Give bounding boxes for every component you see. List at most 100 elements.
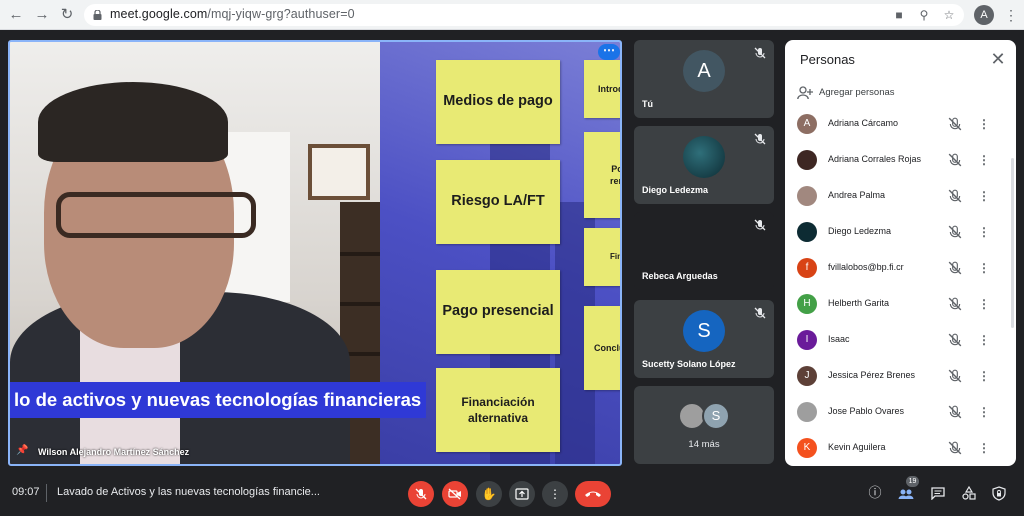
shapes-icon [962,485,976,500]
address-bar[interactable]: meet.google.com/mqj-yiqw-grg?authuser=0 … [84,4,964,26]
present-button[interactable] [509,481,535,507]
leave-call-button[interactable] [575,481,611,507]
participant-name: Sucetty Solano López [642,359,736,369]
hang-up-icon [585,491,601,497]
avatar: S [702,402,730,430]
person-row[interactable]: I Isaac ⋮ [785,322,1016,358]
main-video-tile[interactable]: Medios de pago Riesgo LA/FT Pago presenc… [8,40,622,466]
participant-tile[interactable]: Diego Ledezma [634,126,774,204]
sticky-note: Pago presencial [436,270,560,354]
zoom-icon[interactable]: ⚲ [917,8,931,22]
camera-toggle-button[interactable] [442,481,468,507]
camera-icon[interactable]: ■ [892,8,906,22]
more-vert-icon[interactable]: ⋮ [978,404,990,420]
panel-title: Personas [800,52,855,67]
person-name: fvillalobos@bp.fi.cr [828,262,904,272]
person-name: Helberth Garita [828,298,890,308]
more-participants-label: 14 más [688,439,720,450]
person-row[interactable]: Andrea Palma ⋮ [785,178,1016,214]
person-row[interactable]: J Jessica Pérez Brenes ⋮ [785,358,1016,394]
person-row[interactable]: f fvillalobos@bp.fi.cr ⋮ [785,250,1016,286]
more-vert-icon[interactable]: ⋮ [978,440,990,456]
mic-off-icon[interactable] [948,441,962,455]
mic-off-icon[interactable] [948,261,962,275]
add-people-button[interactable]: Agregar personas [797,84,997,104]
lock-icon [93,10,102,20]
url-text: meet.google.com/mqj-yiqw-grg?authuser=0 [110,7,355,21]
profile-avatar[interactable]: A [974,5,994,25]
person-row[interactable]: K Kevin Aguilera ⋮ [785,430,1016,466]
sticky-note-partial: Po ren [584,132,620,218]
scrollbar[interactable] [1011,158,1014,328]
forward-icon[interactable]: → [32,5,52,25]
avatar: S [683,310,725,352]
mic-off-icon[interactable] [948,369,962,383]
avatar [797,150,817,170]
participant-name: Tú [642,99,653,109]
person-name: Isaac [828,334,850,344]
meeting-title: Lavado de Activos y las nuevas tecnologí… [57,486,320,498]
participant-tile[interactable]: S Sucetty Solano López [634,300,774,378]
shield-lock-icon [992,486,1006,501]
host-controls-icon[interactable] [990,484,1008,502]
info-icon[interactable]: ⓘ [866,484,884,502]
chat-icon[interactable] [929,484,947,502]
avatar [797,402,817,422]
pin-icon[interactable]: 📌 [16,445,28,457]
mic-toggle-button[interactable] [408,481,434,507]
star-icon[interactable]: ☆ [942,8,956,22]
people-panel: Personas ✕ Agregar personas A Adriana Cár… [785,40,1016,466]
person-name: Adriana Corrales Rojas [828,154,922,164]
more-vert-icon: ⋮ [549,487,561,501]
more-vert-icon[interactable]: ⋮ [978,116,990,132]
mic-off-icon[interactable] [948,225,962,239]
more-vert-icon[interactable]: ⋮ [978,296,990,312]
avatar: A [683,50,725,92]
mic-off-icon [754,219,766,231]
activities-icon[interactable] [960,484,978,502]
person-row[interactable]: Jose Pablo Ovares ⋮ [785,394,1016,430]
person-row[interactable]: A Adriana Cárcamo ⋮ [785,106,1016,142]
mic-off-icon [754,133,766,145]
participant-name: Rebeca Arguedas [642,271,718,281]
mic-off-icon[interactable] [948,297,962,311]
mic-off-icon[interactable] [948,117,962,131]
back-icon[interactable]: ← [6,5,26,25]
mic-off-icon[interactable] [948,189,962,203]
person-name: Jessica Pérez Brenes [828,370,916,380]
mic-off-icon[interactable] [948,153,962,167]
more-vert-icon[interactable]: ⋮ [978,260,990,276]
avatar: H [797,294,817,314]
sticky-note-partial: Conclu [584,306,620,390]
add-people-label: Agregar personas [819,87,895,98]
more-participants-tile[interactable]: S 14 más [634,386,774,464]
more-vert-icon[interactable]: ⋮ [978,152,990,168]
participant-tile[interactable]: Rebeca Arguedas [634,212,774,290]
person-row[interactable]: Adriana Corrales Rojas ⋮ [785,142,1016,178]
more-options-button[interactable]: ⋮ [542,481,568,507]
sticky-note-partial: Fin [584,228,620,286]
menu-icon[interactable]: ⋮ [1004,5,1018,25]
slide-title-banner: lo de activos y nuevas tecnologías finan… [10,382,426,418]
avatar: K [797,438,817,458]
wall-diploma [308,144,370,200]
more-vert-icon[interactable]: ⋮ [978,332,990,348]
mic-off-icon[interactable] [948,405,962,419]
avatar: f [797,258,817,278]
mic-off-icon[interactable] [948,333,962,347]
present-screen-icon [515,488,529,500]
more-vert-icon[interactable]: ⋮ [978,368,990,384]
meeting-controls-bar: 09:07 Lavado de Activos y las nuevas tec… [0,472,1024,516]
avatar [683,136,725,178]
person-row[interactable]: H Helberth Garita ⋮ [785,286,1016,322]
more-vert-icon[interactable]: ⋮ [978,188,990,204]
sticky-note: Medios de pago [436,60,560,144]
participant-tile[interactable]: A Tú [634,40,774,118]
reload-icon[interactable]: ↻ [57,5,77,25]
tile-options-button[interactable]: ⋯ [598,44,620,60]
more-vert-icon[interactable]: ⋮ [978,224,990,240]
close-icon[interactable]: ✕ [989,50,1007,68]
raise-hand-button[interactable]: ✋ [476,481,502,507]
person-row[interactable]: Diego Ledezma ⋮ [785,214,1016,250]
person-name: Diego Ledezma [828,226,892,236]
